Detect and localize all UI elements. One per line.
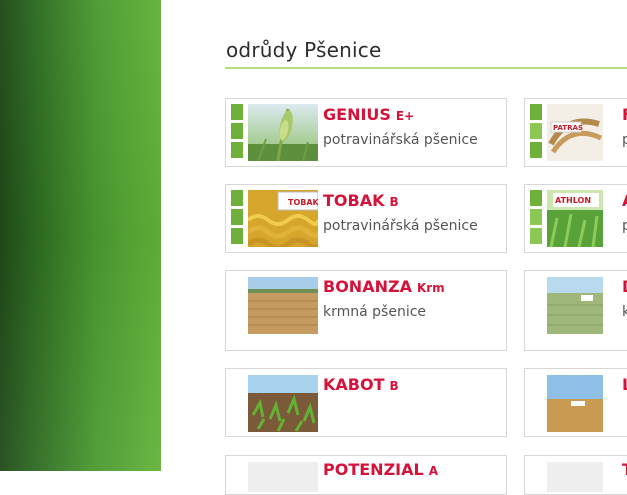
quality-indicator (530, 190, 542, 247)
wheat-image (248, 462, 318, 492)
variety-card-right-5[interactable]: T (524, 455, 627, 495)
sign-label: PATRAS (553, 124, 583, 132)
sidebar-green-panel (0, 0, 161, 471)
variety-card-kabot[interactable]: KABOT B (225, 368, 507, 437)
variety-name[interactable]: A (622, 191, 627, 210)
variety-name[interactable]: GENIUS E+ (323, 105, 414, 124)
athlon-image: ATHLON (547, 190, 603, 247)
variety-card-right-2[interactable]: ATHLON A p (524, 184, 627, 253)
variety-class: B (389, 195, 399, 209)
page-title: odrůdy Pšenice (226, 38, 382, 62)
variety-type: p (622, 132, 627, 148)
patras-image: PATRAS (547, 104, 603, 161)
wheat-image (547, 462, 603, 492)
wheat-ear-image (248, 104, 318, 161)
sign-label: ATHLON (555, 196, 591, 205)
variety-name[interactable]: KABOT B (323, 375, 399, 394)
variety-class: B (389, 379, 399, 393)
variety-card-right-4[interactable]: L (524, 368, 627, 437)
variety-type: k (622, 304, 627, 320)
variety-class: E+ (395, 109, 415, 123)
variety-name[interactable]: D (622, 277, 627, 296)
quality-indicator (231, 104, 243, 161)
variety-class: A (428, 464, 438, 478)
wheat-field-image (547, 375, 603, 432)
wheat-field-tobak-image: TOBAK (248, 190, 318, 247)
variety-card-potenzial[interactable]: POTENZIAL A (225, 455, 507, 495)
variety-card-genius[interactable]: GENIUS E+ potravinářská pšenice (225, 98, 507, 167)
variety-name[interactable]: POTENZIAL A (323, 460, 438, 479)
variety-type: krmná pšenice (323, 304, 427, 320)
variety-name[interactable]: F (622, 105, 627, 124)
variety-card-tobak[interactable]: TOBAK TOBAK B potravinářská pšenice (225, 184, 507, 253)
variety-name[interactable]: BONANZA Krm (323, 277, 445, 296)
variety-name[interactable]: TOBAK B (323, 191, 399, 210)
variety-type: potravinářská pšenice (323, 132, 478, 148)
variety-name[interactable]: L (622, 375, 627, 394)
heading-underline (225, 67, 627, 69)
wheat-field-image (547, 277, 603, 334)
sign-label: TOBAK (288, 198, 318, 207)
quality-indicator (530, 104, 542, 161)
variety-class: Krm (416, 281, 445, 295)
variety-card-right-1[interactable]: PATRAS F p (524, 98, 627, 167)
variety-card-right-3[interactable]: D k (524, 270, 627, 351)
variety-type: p (622, 218, 627, 234)
wheat-field-image (248, 277, 318, 334)
variety-card-bonanza[interactable]: BONANZA Krm krmná pšenice (225, 270, 507, 351)
variety-name[interactable]: T (622, 460, 627, 479)
variety-type: potravinářská pšenice (323, 218, 478, 234)
quality-indicator (231, 190, 243, 247)
young-wheat-image (248, 375, 318, 432)
